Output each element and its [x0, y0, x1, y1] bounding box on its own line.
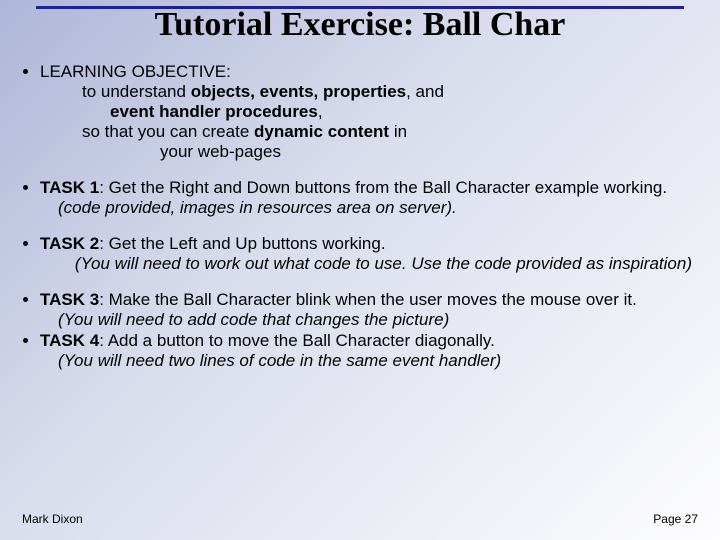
task-3-sub: (You will need to add code that changes … [40, 310, 698, 330]
objective-line-5: your web-pages [82, 142, 698, 162]
slide-title: Tutorial Exercise: Ball Char [0, 6, 720, 44]
task-4-sub: (You will need two lines of code in the … [40, 351, 698, 371]
task-2-sub: (You will need to work out what code to … [40, 254, 698, 274]
objective-line-3: event handler procedures, [82, 102, 698, 122]
footer-author: Mark Dixon [22, 512, 83, 526]
task-label: TASK 3 [40, 290, 99, 309]
objective-bold: dynamic content [254, 122, 389, 141]
objective-line-4: so that you can create dynamic content i… [82, 122, 698, 142]
task-sub-text: (You will need two lines of code in the … [58, 351, 501, 370]
objective-line-2: to understand objects, events, propertie… [82, 82, 698, 102]
objective-text: so that you can create [82, 122, 254, 141]
footer-page: Page 27 [653, 512, 698, 526]
objective-bold: event handler procedures [110, 102, 318, 121]
objective-text: , [318, 102, 323, 121]
task-text: : Get the Right and Down buttons from th… [99, 178, 667, 197]
task-1-item: TASK 1: Get the Right and Down buttons f… [40, 178, 698, 218]
task-label: TASK 2 [40, 234, 99, 253]
objective-text: , and [406, 82, 444, 101]
objective-label: LEARNING OBJECTIVE: [40, 62, 231, 81]
objective-item: LEARNING OBJECTIVE: to understand object… [40, 62, 698, 162]
task-3-item: TASK 3: Make the Ball Character blink wh… [40, 290, 698, 330]
task-label: TASK 4 [40, 331, 99, 350]
task-sub-text: (You will need to add code that changes … [58, 310, 449, 329]
task-2-item: TASK 2: Get the Left and Up buttons work… [40, 234, 698, 274]
slide: Tutorial Exercise: Ball Char LEARNING OB… [0, 0, 720, 540]
objective-bold: objects, events, properties [191, 82, 406, 101]
objective-text: in [389, 122, 407, 141]
objective-text: to understand [82, 82, 191, 101]
task-4-item: TASK 4: Add a button to move the Ball Ch… [40, 331, 698, 371]
task-sub-text: (You will need to work out what code to … [75, 254, 692, 273]
task-sub-text: (code provided, images in resources area… [58, 198, 457, 217]
objective-lines: to understand objects, events, propertie… [40, 82, 698, 162]
task-label: TASK 1 [40, 178, 99, 197]
task-text: : Add a button to move the Ball Characte… [99, 331, 495, 350]
task-text: : Make the Ball Character blink when the… [99, 290, 637, 309]
task-text: : Get the Left and Up buttons working. [99, 234, 385, 253]
slide-body: LEARNING OBJECTIVE: to understand object… [22, 62, 698, 387]
task-1-sub: (code provided, images in resources area… [40, 198, 698, 218]
